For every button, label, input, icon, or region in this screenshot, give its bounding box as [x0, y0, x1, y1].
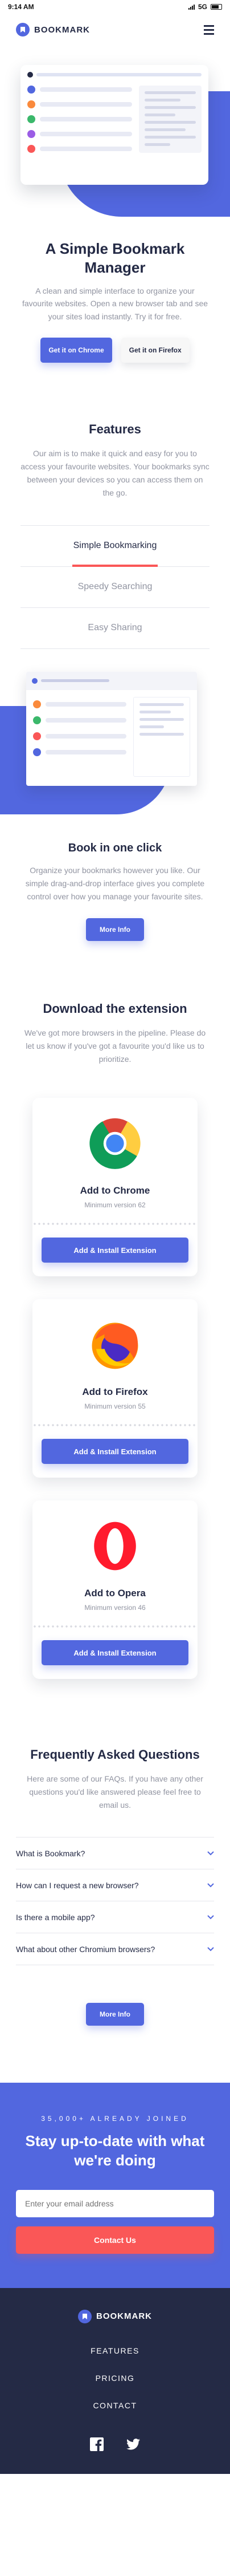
faq-item-what-is-bookmark[interactable]: What is Bookmark? — [16, 1837, 214, 1870]
extension-card-firefox: Add to Firefox Minimum version 55 Add & … — [32, 1299, 198, 1478]
install-opera-extension-button[interactable]: Add & Install Extension — [42, 1640, 188, 1666]
faq-question: What is Bookmark? — [16, 1848, 85, 1858]
extensions-section: Download the extension We've got more br… — [0, 1001, 230, 1680]
faq-title: Frequently Asked Questions — [30, 1747, 200, 1762]
features-description: Our aim is to make it quick and easy for… — [20, 449, 210, 498]
faq-item-mobile-app[interactable]: Is there a mobile app? — [16, 1901, 214, 1934]
extensions-description: We've got more browsers in the pipeline.… — [24, 1028, 206, 1064]
chrome-icon — [89, 1118, 141, 1169]
feature-tabs: Simple Bookmarking Speedy Searching Easy… — [20, 525, 210, 649]
hero-description: A clean and simple interface to organize… — [22, 286, 208, 321]
get-firefox-button[interactable]: Get it on Firefox — [121, 338, 190, 363]
battery-icon — [211, 4, 222, 10]
social-links — [0, 2437, 230, 2451]
faq-list: What is Bookmark? How can I request a ne… — [16, 1837, 214, 1966]
feature-panel-description: Organize your bookmarks however you like… — [25, 865, 205, 901]
email-field[interactable] — [16, 2189, 214, 2217]
tablet-mockup — [20, 65, 208, 185]
extension-name: Add to Chrome — [80, 1185, 150, 1196]
feature-more-info-button[interactable]: More Info — [86, 918, 144, 941]
extension-name: Add to Opera — [84, 1588, 146, 1599]
install-firefox-extension-button[interactable]: Add & Install Extension — [42, 1439, 188, 1465]
footer-logo[interactable]: BOOKMARK — [0, 2309, 230, 2323]
footer-link-features[interactable]: FEATURES — [0, 2346, 230, 2355]
hero-illustration — [0, 57, 230, 240]
faq-item-chromium-browsers[interactable]: What about other Chromium browsers? — [16, 1933, 214, 1966]
hero-section: A Simple Bookmark Manager A clean and si… — [0, 57, 230, 363]
dotted-divider — [32, 1223, 198, 1226]
joined-count: 35,000+ ALREADY JOINED — [41, 2115, 189, 2123]
status-indicators: 5G — [188, 3, 222, 11]
chevron-down-icon — [207, 1915, 214, 1920]
faq-question: Is there a mobile app? — [16, 1912, 95, 1922]
network-label: 5G — [198, 3, 207, 11]
faq-question: What about other Chromium browsers? — [16, 1944, 155, 1954]
tab-easy-sharing[interactable]: Easy Sharing — [20, 608, 210, 649]
get-chrome-button[interactable]: Get it on Chrome — [40, 338, 112, 363]
extension-card-chrome: Add to Chrome Minimum version 62 Add & I… — [32, 1098, 198, 1277]
status-bar: 9:14 AM 5G — [0, 0, 230, 14]
bookmark-app-mockup — [26, 671, 197, 786]
chevron-down-icon — [207, 1947, 214, 1952]
footer-logo-text: BOOKMARK — [96, 2311, 152, 2322]
extension-name: Add to Firefox — [82, 1386, 148, 1398]
extension-card-opera: Add to Opera Minimum version 46 Add & In… — [32, 1500, 198, 1680]
logo-text: BOOKMARK — [34, 25, 90, 35]
bookmark-logo-icon — [78, 2309, 92, 2323]
bookmark-logo-icon — [16, 23, 30, 36]
site-header: BOOKMARK — [0, 14, 230, 46]
faq-more-info-button[interactable]: More Info — [86, 2003, 144, 2026]
firefox-icon — [92, 1323, 138, 1369]
signal-icon — [188, 4, 195, 10]
hero-title: A Simple Bookmark Manager — [45, 240, 185, 276]
features-title: Features — [89, 422, 141, 437]
faq-item-request-browser[interactable]: How can I request a new browser? — [16, 1869, 214, 1902]
site-footer: BOOKMARK FEATURES PRICING CONTACT — [0, 2287, 230, 2474]
logo[interactable]: BOOKMARK — [16, 23, 90, 36]
dotted-divider — [32, 1625, 198, 1628]
extension-min-version: Minimum version 55 — [84, 1402, 146, 1411]
extensions-title: Download the extension — [43, 1001, 187, 1016]
contact-section: 35,000+ ALREADY JOINED Stay up-to-date w… — [0, 2083, 230, 2288]
opera-icon — [94, 1522, 136, 1571]
chevron-down-icon — [207, 1851, 214, 1856]
footer-nav: FEATURES PRICING CONTACT — [0, 2346, 230, 2410]
chevron-down-icon — [207, 1883, 214, 1888]
status-time: 9:14 AM — [8, 3, 34, 11]
faq-question: How can I request a new browser? — [16, 1880, 139, 1890]
dotted-divider — [32, 1424, 198, 1427]
feature-panel-title: Book in one click — [68, 841, 162, 854]
features-section: Features Our aim is to make it quick and… — [0, 422, 230, 941]
footer-link-contact[interactable]: CONTACT — [0, 2401, 230, 2410]
extension-min-version: Minimum version 46 — [84, 1604, 146, 1612]
tab-simple-bookmarking[interactable]: Simple Bookmarking — [20, 526, 210, 567]
faq-section: Frequently Asked Questions Here are some… — [0, 1747, 230, 2026]
hamburger-menu-icon[interactable] — [204, 25, 214, 35]
extension-min-version: Minimum version 62 — [84, 1201, 146, 1210]
footer-link-pricing[interactable]: PRICING — [0, 2374, 230, 2383]
facebook-icon[interactable] — [90, 2437, 104, 2451]
contact-title: Stay up-to-date with what we're doing — [25, 2132, 205, 2169]
feature-illustration — [0, 671, 230, 814]
twitter-icon[interactable] — [126, 2437, 140, 2451]
install-chrome-extension-button[interactable]: Add & Install Extension — [42, 1238, 188, 1263]
contact-us-button[interactable]: Contact Us — [16, 2226, 214, 2254]
faq-description: Here are some of our FAQs. If you have a… — [27, 1774, 203, 1810]
tab-speedy-searching[interactable]: Speedy Searching — [20, 567, 210, 608]
